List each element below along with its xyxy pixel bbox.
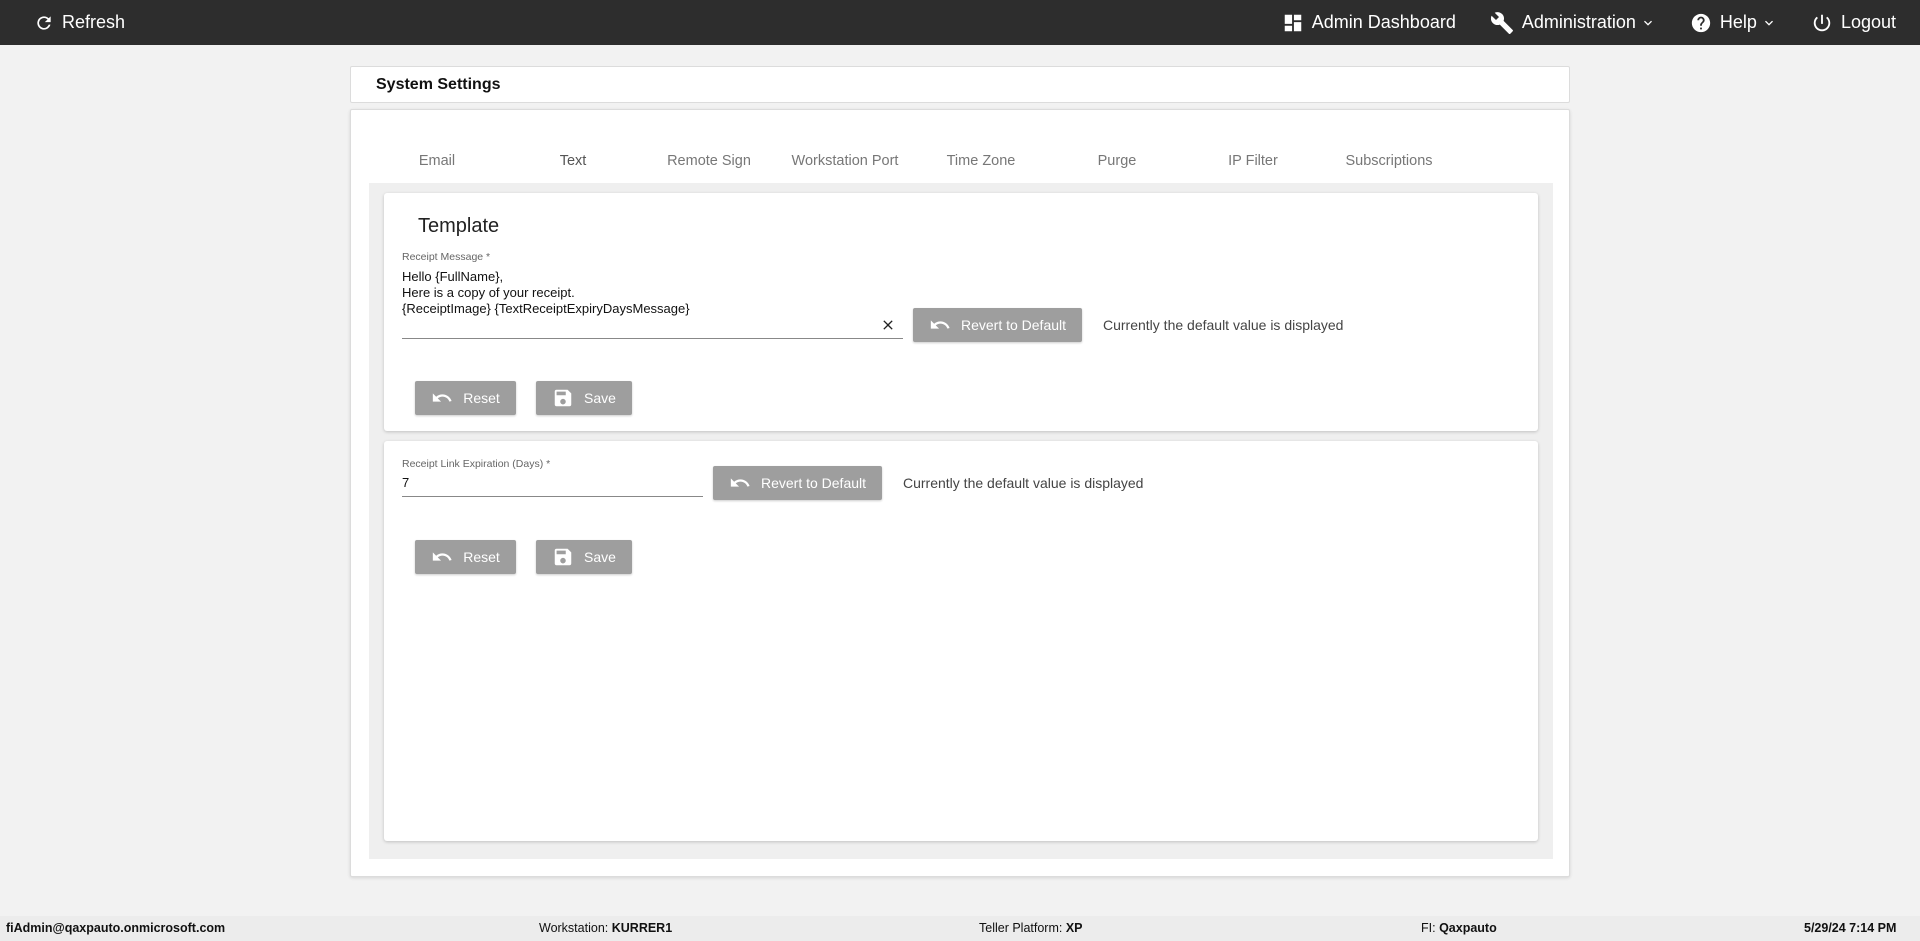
default-status-text: Currently the default value is displayed [903,475,1144,491]
refresh-label: Refresh [62,12,126,32]
refresh-button[interactable]: Refresh [34,0,125,45]
tab-label: Text [559,153,587,169]
save-label: Save [584,390,616,406]
close-icon[interactable] [880,317,896,333]
fi-label: FI: [1421,921,1436,935]
power-icon [1813,14,1831,31]
platform-value: XP [1065,921,1083,935]
administration-label: Administration [1521,12,1636,32]
admin-dashboard-label: Admin Dashboard [1311,12,1456,32]
revert-label: Revert to Default [760,475,867,491]
footer-datetime: 5/29/24 7:14 PM [1804,921,1896,935]
help-label: Help [1719,12,1757,32]
tab-label: Remote Sign [667,153,751,169]
logout-button[interactable]: Logout [1811,0,1896,45]
template-panel: Template Receipt Message * Hello {FullNa… [384,193,1538,431]
admin-dashboard-button[interactable]: Admin Dashboard [1282,0,1456,45]
dashboard-icon [1284,14,1302,31]
revert-to-default-button[interactable]: Revert to Default [913,308,1082,342]
save-button[interactable]: Save [536,540,632,574]
footer-platform: Teller Platform: XP [979,921,1083,935]
receipt-message-label: Receipt Message * [402,251,491,263]
page-title: System Settings [376,75,501,93]
chevron-down-icon [1643,20,1652,26]
save-icon [554,389,572,407]
tab-content: Template Receipt Message * Hello {FullNa… [369,183,1553,859]
receipt-link-expiration-panel: Receipt Link Expiration (Days) * 7 Rever… [384,441,1538,841]
help-icon [1691,13,1711,32]
logout-label: Logout [1840,12,1896,32]
footer-workstation: Workstation: KURRER1 [539,921,672,935]
undo-icon [433,393,452,402]
chevron-down-icon [1764,20,1773,26]
default-status-text: Currently the default value is displayed [1103,317,1344,333]
tab-label: Time Zone [946,153,1016,169]
undo-icon [730,478,750,487]
wrench-icon [1490,11,1513,34]
help-menu-button[interactable]: Help [1690,0,1777,45]
reset-label: Reset [463,549,500,565]
save-label: Save [584,549,616,565]
tab-label: Purge [1097,153,1137,169]
save-icon [554,548,572,566]
workstation-label: Workstation: [539,921,609,935]
expiration-days-underline [402,496,703,497]
user-email: fiAdmin@qaxpauto.onmicrosoft.com [6,921,226,935]
undo-icon [930,320,950,329]
settings-card: Email Text Remote Sign Workstation Port … [350,109,1570,877]
status-footer: fiAdmin@qaxpauto.onmicrosoft.com Worksta… [0,916,1920,941]
revert-label: Revert to Default [960,317,1067,333]
panel-title: Template [418,215,500,237]
tab-label: IP Filter [1228,153,1278,169]
fi-value: Qaxpauto [1439,921,1497,935]
page-title-card: System Settings [350,66,1570,103]
expiration-days-input[interactable]: 7 [402,475,692,491]
workstation-value: KURRER1 [611,921,673,935]
refresh-icon [37,15,51,30]
revert-to-default-button[interactable]: Revert to Default [713,466,882,500]
top-navigation-bar: Refresh Admin Dashboard Administration H… [0,0,1920,45]
datetime-value: 5/29/24 7:14 PM [1804,921,1897,935]
tab-label: Subscriptions [1345,153,1433,169]
expiration-days-label: Receipt Link Expiration (Days) * [402,458,551,470]
reset-label: Reset [463,390,500,406]
receipt-message-textarea[interactable]: Hello {FullName}, Here is a copy of your… [402,269,872,317]
reset-button[interactable]: Reset [415,540,516,574]
tab-label: Email [418,153,456,169]
footer-user: fiAdmin@qaxpauto.onmicrosoft.com [6,921,225,935]
undo-icon [433,552,452,561]
reset-button[interactable]: Reset [415,381,516,415]
administration-menu-button[interactable]: Administration [1490,0,1656,45]
footer-fi: FI: Qaxpauto [1421,921,1497,935]
tab-label: Workstation Port [791,153,899,169]
save-button[interactable]: Save [536,381,632,415]
platform-label: Teller Platform: [979,921,1063,935]
receipt-message-underline [402,338,903,339]
